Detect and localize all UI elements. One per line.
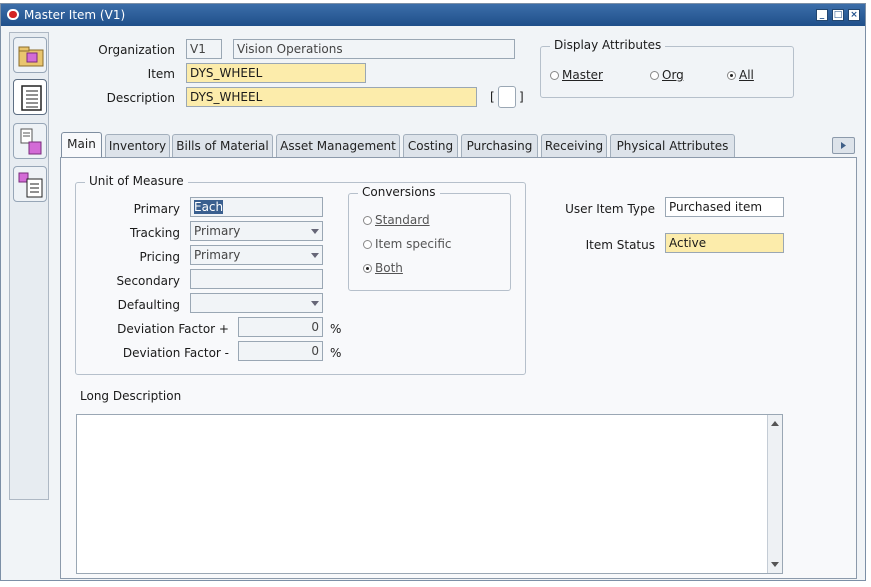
tab-bills-of-material[interactable]: Bills of Material: [172, 134, 273, 157]
scroll-up-icon[interactable]: [771, 421, 779, 426]
maximize-icon[interactable]: □: [832, 9, 844, 21]
uom-secondary-label: Secondary: [116, 274, 180, 288]
tab-costing[interactable]: Costing: [403, 134, 458, 157]
uom-primary-field[interactable]: Each: [190, 197, 323, 217]
uom-tracking-label: Tracking: [130, 226, 180, 240]
uom-primary-label: Primary: [133, 202, 180, 216]
uom-defaulting-label: Defaulting: [117, 298, 180, 312]
deviation-minus-percent: %: [330, 346, 342, 360]
display-org-radio[interactable]: Org: [650, 68, 684, 82]
item-field[interactable]: DYS_WHEEL: [186, 63, 366, 83]
tab-main[interactable]: Main: [61, 132, 102, 158]
item-label: Item: [147, 67, 175, 81]
deviation-factor-minus-field[interactable]: 0: [238, 341, 323, 361]
user-item-type-label: User Item Type: [565, 202, 655, 216]
description-label: Description: [106, 91, 175, 105]
long-description-scrollbar[interactable]: [767, 415, 782, 573]
user-item-type-field[interactable]: Purchased item: [665, 197, 784, 217]
chevron-down-icon: [311, 301, 319, 306]
tab-receiving[interactable]: Receiving: [541, 134, 607, 157]
deviation-plus-percent: %: [330, 322, 342, 336]
list-document-icon[interactable]: [13, 79, 47, 115]
descriptive-flexfield-close: ]: [519, 90, 524, 104]
display-attributes-group: Display Attributes Master Org All: [540, 38, 794, 98]
organization-name-field[interactable]: Vision Operations: [233, 39, 515, 59]
long-description-label: Long Description: [80, 389, 182, 403]
conversion-both-radio[interactable]: Both: [363, 261, 403, 275]
unit-of-measure-title: Unit of Measure: [85, 174, 188, 188]
item-status-label: Item Status: [585, 238, 655, 252]
uom-tracking-select[interactable]: Primary: [190, 221, 323, 241]
organization-label: Organization: [98, 43, 175, 57]
window-title: Master Item (V1): [24, 8, 126, 22]
deviation-factor-plus-field[interactable]: 0: [238, 317, 323, 337]
descriptive-flexfield[interactable]: [498, 86, 516, 108]
uom-defaulting-select[interactable]: [190, 293, 323, 313]
folder-icon[interactable]: [13, 37, 47, 73]
tab-asset-management[interactable]: Asset Management: [276, 134, 400, 157]
uom-primary-value: Each: [194, 200, 224, 214]
title-bar[interactable]: Master Item (V1) _ □ ×: [1, 4, 865, 26]
descriptive-flexfield-open: [: [490, 90, 495, 104]
conversion-standard-radio[interactable]: Standard: [363, 213, 430, 227]
description-field[interactable]: DYS_WHEEL: [186, 87, 477, 107]
minimize-icon[interactable]: _: [816, 9, 828, 21]
uom-pricing-select[interactable]: Primary: [190, 245, 323, 265]
item-catalog-icon[interactable]: [13, 123, 47, 159]
conversions-group: Conversions Standard Item specific Both: [348, 185, 511, 291]
item-status-field[interactable]: Active: [665, 233, 784, 253]
tab-purchasing[interactable]: Purchasing: [461, 134, 538, 157]
oracle-logo-icon: [7, 9, 19, 20]
tab-inventory[interactable]: Inventory: [105, 134, 170, 157]
scroll-down-icon[interactable]: [771, 562, 779, 567]
chevron-down-icon: [311, 253, 319, 258]
chevron-down-icon: [311, 229, 319, 234]
uom-secondary-field[interactable]: [190, 269, 323, 289]
close-icon[interactable]: ×: [848, 9, 860, 21]
display-attributes-title: Display Attributes: [550, 38, 666, 52]
tab-scroll-right-button[interactable]: [832, 137, 855, 154]
item-attributes-icon[interactable]: [13, 166, 47, 202]
organization-code-field[interactable]: V1: [186, 39, 222, 59]
deviation-factor-plus-label: Deviation Factor +: [117, 322, 229, 336]
uom-pricing-label: Pricing: [139, 250, 180, 264]
master-item-window: Master Item (V1) _ □ × Organization V1 V…: [0, 3, 866, 581]
deviation-factor-minus-label: Deviation Factor -: [122, 346, 229, 360]
long-description-textarea[interactable]: [76, 414, 783, 574]
tab-physical-attributes[interactable]: Physical Attributes: [610, 134, 735, 157]
display-all-radio[interactable]: All: [727, 68, 754, 82]
display-master-radio[interactable]: Master: [550, 68, 603, 82]
conversions-title: Conversions: [358, 185, 440, 199]
left-toolbar: [9, 32, 49, 500]
conversion-item-specific-radio[interactable]: Item specific: [363, 237, 451, 251]
